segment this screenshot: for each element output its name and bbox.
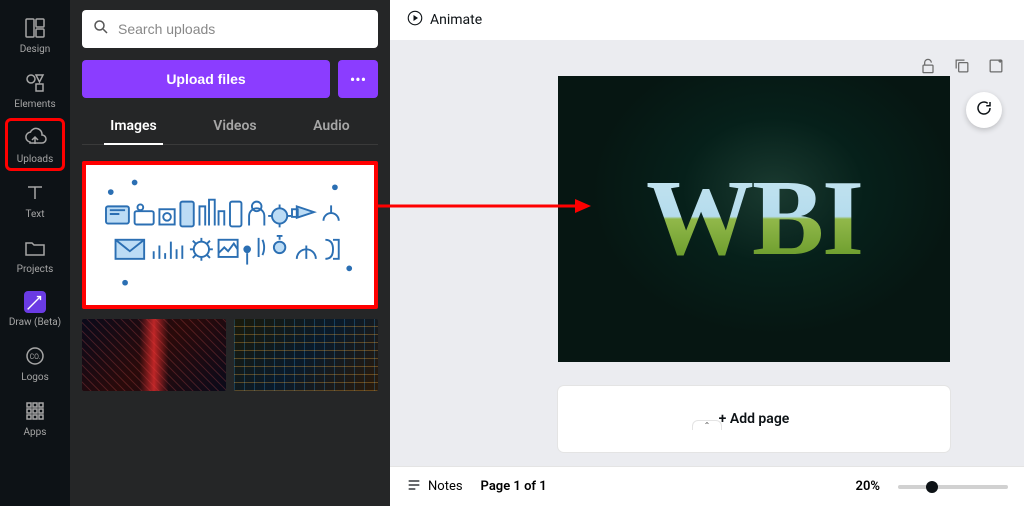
nav-label: Elements: [14, 99, 55, 110]
tab-videos[interactable]: Videos: [201, 110, 268, 144]
add-page-icon[interactable]: [986, 56, 1006, 76]
animate-label: Animate: [430, 12, 482, 28]
upload-more-button[interactable]: •••: [338, 60, 378, 98]
upload-thumbnail[interactable]: [234, 319, 378, 391]
lock-icon[interactable]: [918, 56, 938, 76]
animate-icon: [406, 9, 424, 31]
nav-logos[interactable]: CO. Logos: [5, 336, 65, 389]
design-icon: [23, 16, 47, 40]
canvas-viewport[interactable]: WBI + Add page ⌃: [390, 40, 1024, 466]
nav-label: Draw (Beta): [9, 317, 61, 328]
svg-text:CO.: CO.: [30, 353, 41, 361]
text-icon: [23, 181, 47, 205]
search-input[interactable]: [118, 21, 368, 37]
uploads-panel: Upload files ••• Images Videos Audio: [70, 0, 390, 506]
duplicate-icon[interactable]: [952, 56, 972, 76]
nav-label: Uploads: [17, 154, 53, 165]
nav-design[interactable]: Design: [5, 8, 65, 61]
nav-label: Logos: [21, 372, 49, 383]
uploads-icon: [23, 126, 47, 150]
notes-label: Notes: [428, 479, 463, 494]
upload-tabs: Images Videos Audio: [82, 110, 378, 145]
nav-label: Projects: [17, 264, 54, 275]
tab-images[interactable]: Images: [98, 110, 168, 144]
logos-icon: CO.: [23, 344, 47, 368]
uploads-grid: [82, 157, 378, 391]
upload-thumbnail-main[interactable]: [82, 161, 378, 309]
reset-zoom-button[interactable]: [966, 92, 1002, 128]
canvas-header: Animate: [390, 0, 1024, 40]
nav-label: Apps: [24, 427, 47, 438]
search-icon: [92, 18, 110, 40]
upload-files-button[interactable]: Upload files: [82, 60, 330, 98]
nav-label: Design: [20, 44, 51, 55]
ellipsis-icon: •••: [350, 70, 366, 89]
nav-text[interactable]: Text: [5, 173, 65, 226]
notes-button[interactable]: Notes: [406, 477, 463, 497]
reset-icon: [975, 99, 993, 121]
sidebar-nav: Design Elements Uploads Text Projects Dr…: [0, 0, 70, 506]
nav-label: Text: [25, 209, 44, 220]
footer-bar: Notes Page 1 of 1 20%: [390, 466, 1024, 506]
canvas-area: Animate WBI + Add page ⌃ Notes Page 1: [390, 0, 1024, 506]
tab-audio[interactable]: Audio: [301, 110, 362, 144]
page-indicator: Page 1 of 1: [481, 479, 547, 494]
notes-icon: [406, 477, 422, 497]
elements-icon: [23, 71, 47, 95]
apps-icon: [23, 399, 47, 423]
nav-elements[interactable]: Elements: [5, 63, 65, 116]
design-text-main: WBI: [646, 157, 862, 281]
zoom-value: 20%: [856, 479, 880, 494]
projects-icon: [23, 236, 47, 260]
nav-projects[interactable]: Projects: [5, 228, 65, 281]
nav-uploads[interactable]: Uploads: [5, 118, 65, 171]
nav-draw[interactable]: Draw (Beta): [5, 283, 65, 334]
upload-thumbnail-illustration: [94, 173, 366, 297]
add-page-button[interactable]: + Add page: [558, 386, 950, 452]
page-toolbar: [918, 56, 1006, 76]
nav-apps[interactable]: Apps: [5, 391, 65, 444]
zoom-slider-handle[interactable]: [926, 481, 938, 493]
upload-thumbnail[interactable]: [82, 319, 226, 391]
search-field[interactable]: [82, 10, 378, 48]
design-canvas-page[interactable]: WBI: [558, 76, 950, 362]
chevron-up-icon: ⌃: [704, 421, 711, 430]
animate-button[interactable]: Animate: [406, 9, 482, 31]
draw-icon: [24, 291, 46, 313]
zoom-slider[interactable]: [898, 485, 1008, 489]
page-panel-handle[interactable]: ⌃: [692, 420, 722, 430]
